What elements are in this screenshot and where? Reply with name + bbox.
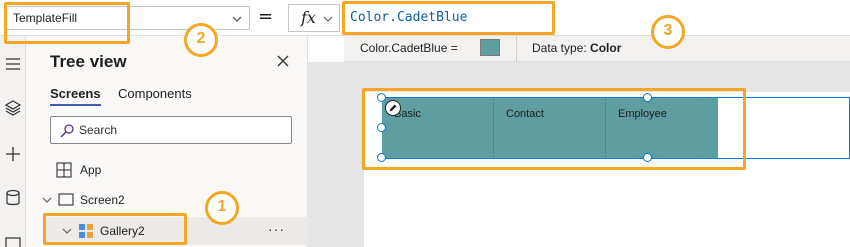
plus-icon[interactable] [3, 144, 23, 164]
search-input[interactable] [79, 122, 279, 138]
callout-badge-3: 3 [651, 15, 685, 49]
tree-item-label: App [80, 163, 102, 177]
highlight-formula [342, 1, 555, 35]
chevron-down-icon [232, 16, 242, 22]
search-box [50, 116, 292, 144]
database-icon[interactable] [3, 188, 23, 208]
tab-screens[interactable]: Screens [50, 86, 101, 106]
close-icon[interactable] [276, 54, 290, 68]
chevron-down-icon[interactable] [42, 195, 52, 205]
data-type-label: Data type: Color [532, 41, 621, 55]
highlight-property [4, 2, 130, 44]
left-rail [0, 36, 26, 247]
media-icon[interactable] [3, 234, 23, 247]
screen-icon [58, 193, 74, 206]
result-expression: Color.CadetBlue = [360, 41, 458, 55]
color-swatch [480, 39, 500, 56]
highlight-gallery [362, 88, 746, 170]
tree-item-app[interactable]: App [56, 158, 296, 182]
data-type-caption: Data type: [532, 41, 587, 55]
tree-item-screen2[interactable]: Screen2 [36, 188, 296, 212]
callout-number: 3 [663, 22, 673, 39]
formula-result-strip: Color.CadetBlue = Data type: Color [344, 36, 850, 62]
callout-number: 1 [217, 198, 227, 215]
more-options-icon[interactable]: ··· [268, 221, 285, 237]
tree-view-title: Tree view [50, 52, 127, 71]
callout-badge-1: 1 [205, 191, 239, 225]
chevron-down-icon [323, 16, 333, 22]
search-icon [60, 124, 74, 138]
fx-icon: fx [301, 8, 316, 27]
highlight-gallery-node [43, 213, 187, 245]
data-type-value: Color [590, 41, 622, 55]
divider [516, 36, 517, 62]
layers-icon[interactable] [3, 98, 23, 118]
equals-sign: = [258, 6, 274, 27]
callout-badge-2: 2 [184, 23, 218, 57]
tab-components[interactable]: Components [118, 86, 192, 101]
callout-number: 2 [196, 30, 206, 47]
app-icon [56, 162, 72, 178]
hamburger-icon[interactable] [3, 54, 23, 74]
fx-button[interactable]: fx [288, 4, 340, 32]
tree-item-label: Screen2 [80, 193, 125, 207]
